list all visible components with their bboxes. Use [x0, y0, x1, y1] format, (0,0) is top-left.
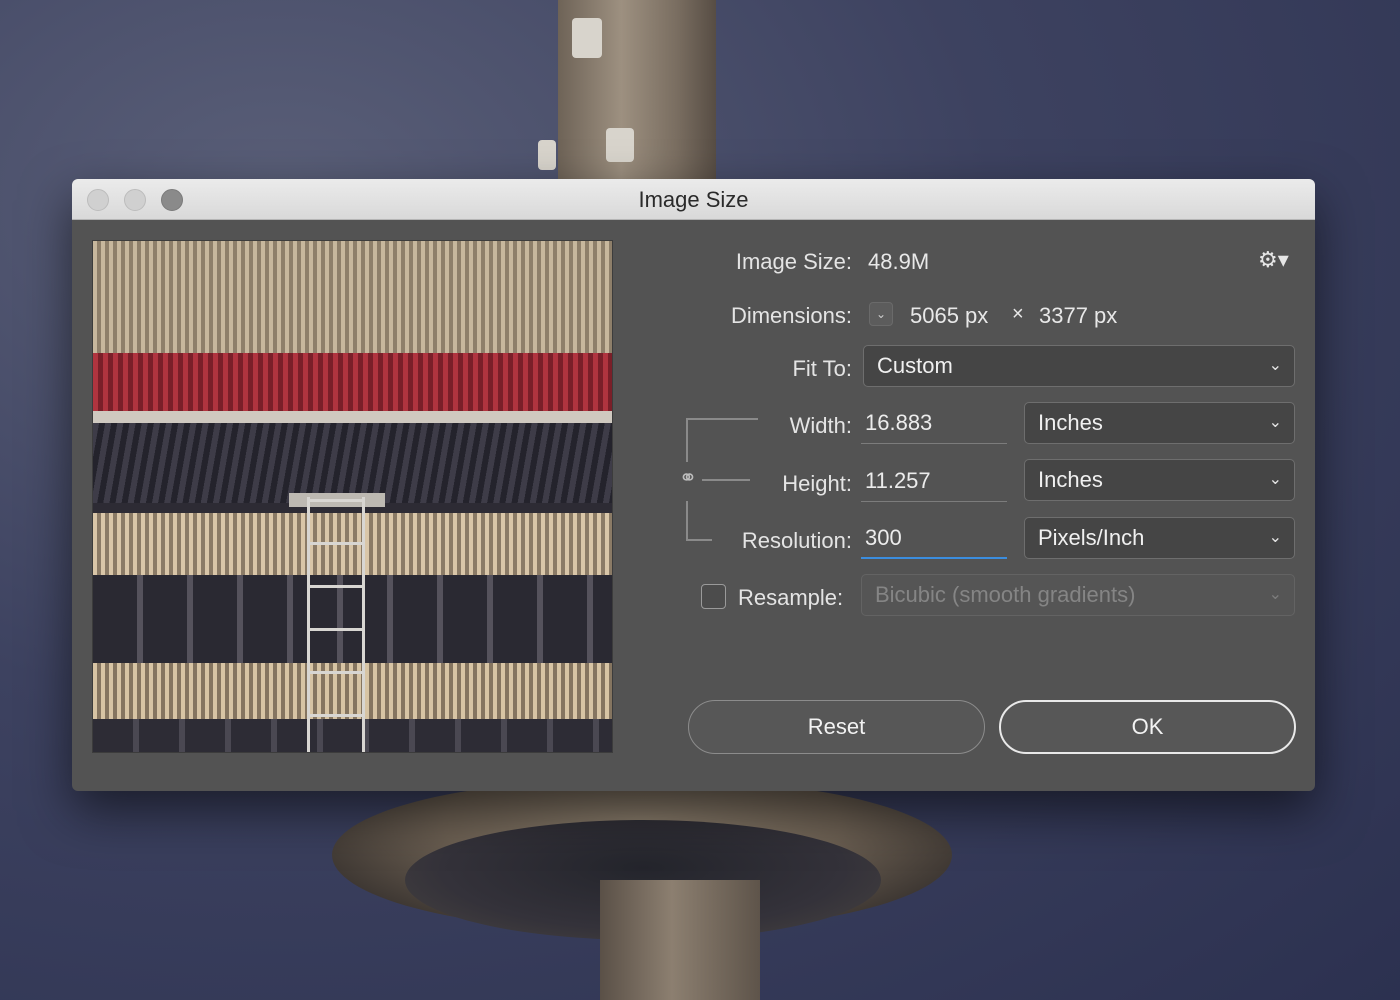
image-size-value: 48.9M	[868, 249, 930, 274]
dimensions-separator: ×	[1012, 303, 1024, 325]
height-unit-select[interactable]: Inches ⌄	[1024, 459, 1295, 501]
resolution-unit-value: Pixels/Inch	[1038, 525, 1145, 550]
image-size-label: Image Size:	[735, 249, 852, 274]
antenna-dish	[572, 18, 602, 58]
chevron-down-icon[interactable]: ⌄	[869, 302, 893, 326]
image-preview[interactable]	[92, 240, 613, 753]
chevron-down-icon: ⌄	[1268, 586, 1282, 603]
fit-to-label: Fit To:	[792, 356, 852, 381]
fit-to-select[interactable]: Custom ⌄	[863, 345, 1295, 387]
gear-icon[interactable]: ⚙▾	[1258, 249, 1292, 271]
reset-button[interactable]: Reset	[688, 700, 985, 754]
antenna-dish	[606, 128, 634, 162]
ok-button[interactable]: OK	[999, 700, 1296, 754]
resample-method-select: Bicubic (smooth gradients) ⌄	[861, 574, 1295, 616]
height-unit-value: Inches	[1038, 467, 1103, 492]
tower-shaft-image	[600, 880, 760, 1000]
width-input[interactable]: 16.883	[861, 404, 1007, 444]
chevron-down-icon: ⌄	[1268, 414, 1282, 431]
chevron-down-icon: ⌄	[1268, 471, 1282, 488]
width-label: Width:	[789, 413, 852, 438]
chevron-down-icon: ⌄	[1268, 357, 1282, 374]
resample-label[interactable]: Resample:	[738, 585, 843, 611]
chevron-down-icon: ⌄	[1268, 529, 1282, 546]
fit-to-value: Custom	[877, 353, 953, 378]
resolution-label: Resolution:	[741, 528, 852, 553]
width-unit-value: Inches	[1038, 410, 1103, 435]
dimensions-height-value: 3377 px	[1039, 303, 1118, 328]
resolution-unit-select[interactable]: Pixels/Inch ⌄	[1024, 517, 1295, 559]
dimensions-label: Dimensions:	[730, 303, 852, 328]
dimensions-width-value: 5065 px	[910, 303, 989, 328]
window-title: Image Size	[638, 187, 749, 212]
resample-checkbox[interactable]	[701, 584, 726, 609]
width-unit-select[interactable]: Inches ⌄	[1024, 402, 1295, 444]
height-label: Height:	[782, 471, 852, 496]
antenna-dish	[538, 140, 556, 170]
image-size-dialog: Image Size Image Size: 48.9M ⚙▾ Dimensio…	[72, 179, 1315, 791]
height-input[interactable]: 11.257	[861, 462, 1007, 502]
titlebar[interactable]: Image Size	[72, 179, 1315, 220]
resample-method-value: Bicubic (smooth gradients)	[875, 582, 1136, 607]
resolution-input[interactable]: 300	[861, 519, 1007, 559]
